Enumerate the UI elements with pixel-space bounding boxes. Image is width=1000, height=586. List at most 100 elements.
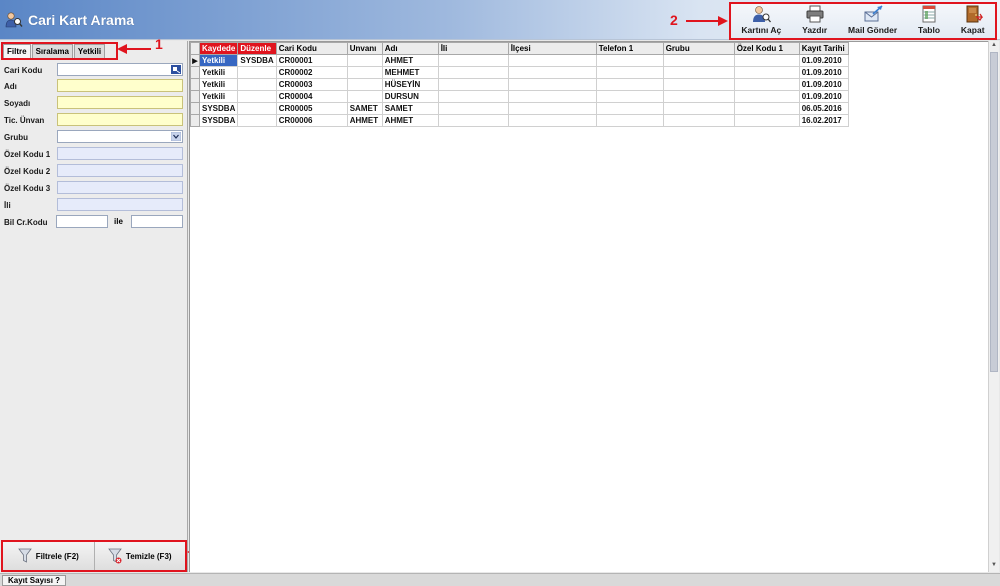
table-cell[interactable]: Yetkili [198, 90, 239, 103]
table-cell[interactable] [733, 66, 800, 79]
table-cell[interactable]: SAMET [381, 102, 439, 115]
scroll-down-icon[interactable]: ▼ [990, 562, 998, 571]
table-cell[interactable]: SYSDBA [198, 102, 239, 115]
table-cell[interactable] [237, 78, 277, 91]
soyadi-field[interactable] [57, 96, 183, 109]
table-cell[interactable] [437, 90, 509, 103]
table-cell[interactable] [437, 54, 509, 67]
tab-yetkili[interactable]: Yetkili [73, 44, 106, 58]
table-cell[interactable]: MEHMET [381, 66, 439, 79]
table-cell[interactable] [237, 90, 277, 103]
ozel-kodu-2-field[interactable] [57, 164, 183, 177]
table-cell[interactable] [662, 102, 735, 115]
table-cell[interactable] [507, 114, 597, 127]
bil-cr-kodu-to-field[interactable] [131, 215, 183, 228]
table-cell[interactable]: AHMET [346, 114, 383, 127]
table-cell[interactable]: SYSDBA [237, 54, 277, 67]
lookup-icon[interactable] [171, 65, 181, 74]
table-cell[interactable]: 06.05.2016 [798, 102, 849, 115]
table-cell[interactable] [437, 102, 509, 115]
table-row[interactable]: SYSDBA CR00006 AHMET AHMET 16.02.2017 [190, 114, 849, 127]
table-cell[interactable] [346, 90, 383, 103]
table-cell[interactable]: CR00004 [275, 90, 348, 103]
table-cell[interactable] [437, 114, 509, 127]
table-cell[interactable] [437, 66, 509, 79]
tab-filtre[interactable]: Filtre [3, 44, 31, 58]
table-cell[interactable] [662, 78, 735, 91]
table-cell[interactable]: CR00003 [275, 78, 348, 91]
table-cell[interactable] [507, 90, 597, 103]
grubu-dropdown[interactable] [57, 130, 183, 143]
table-cell[interactable] [237, 114, 277, 127]
table-cell[interactable]: CR00006 [275, 114, 348, 127]
ili-field[interactable] [57, 198, 183, 211]
close-button[interactable]: Kapat [951, 4, 995, 38]
table-cell[interactable] [507, 78, 597, 91]
table-cell[interactable] [595, 90, 664, 103]
table-row[interactable]: Yetkili CR00004 DURSUN 01.09.2010 [190, 90, 849, 103]
table-button[interactable]: Tablo [908, 4, 951, 38]
table-cell[interactable] [733, 54, 800, 67]
table-cell[interactable] [346, 78, 383, 91]
table-cell[interactable]: Yetkili [198, 54, 239, 67]
table-cell[interactable]: DURSUN [381, 90, 439, 103]
column-header[interactable]: Telefon 1 [595, 42, 664, 55]
table-cell[interactable] [237, 66, 277, 79]
filter-button[interactable]: Filtrele (F2) [3, 542, 95, 570]
table-cell[interactable] [237, 102, 277, 115]
table-cell[interactable] [507, 102, 597, 115]
column-header[interactable]: Özel Kodu 1 [733, 42, 800, 55]
column-header[interactable]: Düzenle [237, 42, 277, 55]
table-row[interactable]: Yetkili CR00002 MEHMET 01.09.2010 [190, 66, 849, 79]
table-cell[interactable] [733, 90, 800, 103]
table-cell[interactable] [662, 66, 735, 79]
column-header[interactable]: Adı [381, 42, 439, 55]
clear-button[interactable]: Temizle (F3) [94, 542, 185, 570]
table-cell[interactable]: SYSDBA [198, 114, 239, 127]
results-grid[interactable]: Kaydede Düzenle Cari Kodu Unvanı Adı İli… [189, 41, 988, 572]
table-cell[interactable] [437, 78, 509, 91]
table-cell[interactable] [733, 114, 800, 127]
table-cell[interactable]: CR00002 [275, 66, 348, 79]
send-mail-button[interactable]: Mail Gönder [838, 4, 908, 38]
table-row[interactable]: SYSDBA CR00005 SAMET SAMET 06.05.2016 [190, 102, 849, 115]
table-cell[interactable]: CR00005 [275, 102, 348, 115]
vertical-scrollbar[interactable]: ▲ ▼ [988, 41, 999, 572]
column-header[interactable]: Unvanı [346, 42, 383, 55]
table-cell[interactable]: AHMET [381, 114, 439, 127]
table-cell[interactable]: 01.09.2010 [798, 66, 849, 79]
table-cell[interactable]: Yetkili [198, 66, 239, 79]
table-cell[interactable]: HÜSEYİN [381, 78, 439, 91]
ozel-kodu-3-field[interactable] [57, 181, 183, 194]
chevron-down-icon[interactable] [171, 132, 181, 141]
table-cell[interactable]: 01.09.2010 [798, 78, 849, 91]
cari-kodu-field[interactable] [57, 63, 183, 76]
ozel-kodu-1-field[interactable] [57, 147, 183, 160]
tab-siralama[interactable]: Sıralama [31, 44, 73, 58]
table-cell[interactable] [595, 102, 664, 115]
table-cell[interactable] [346, 54, 383, 67]
table-cell[interactable] [507, 66, 597, 79]
column-header[interactable]: Kaydede [198, 42, 239, 55]
print-button[interactable]: Yazdır [792, 4, 838, 38]
table-cell[interactable] [733, 102, 800, 115]
table-cell[interactable] [662, 114, 735, 127]
column-header[interactable]: Cari Kodu [275, 42, 348, 55]
table-cell[interactable]: SAMET [346, 102, 383, 115]
table-cell[interactable]: 16.02.2017 [798, 114, 849, 127]
table-cell[interactable] [662, 54, 735, 67]
table-cell[interactable]: CR00001 [275, 54, 348, 67]
open-card-button[interactable]: Kartını Aç [731, 4, 792, 38]
adi-field[interactable] [57, 79, 183, 92]
scroll-up-icon[interactable]: ▲ [990, 42, 998, 51]
table-row[interactable]: ▶ Yetkili SYSDBA CR00001 AHMET 01.09.2010 [190, 54, 849, 67]
table-cell[interactable]: AHMET [381, 54, 439, 67]
table-cell[interactable] [595, 54, 664, 67]
table-cell[interactable] [507, 54, 597, 67]
table-cell[interactable]: 01.09.2010 [798, 54, 849, 67]
tic-unvan-field[interactable] [57, 113, 183, 126]
table-row[interactable]: Yetkili CR00003 HÜSEYİN 01.09.2010 [190, 78, 849, 91]
column-header[interactable]: İli [437, 42, 509, 55]
scrollbar-thumb[interactable] [990, 52, 998, 372]
column-header[interactable]: Grubu [662, 42, 735, 55]
